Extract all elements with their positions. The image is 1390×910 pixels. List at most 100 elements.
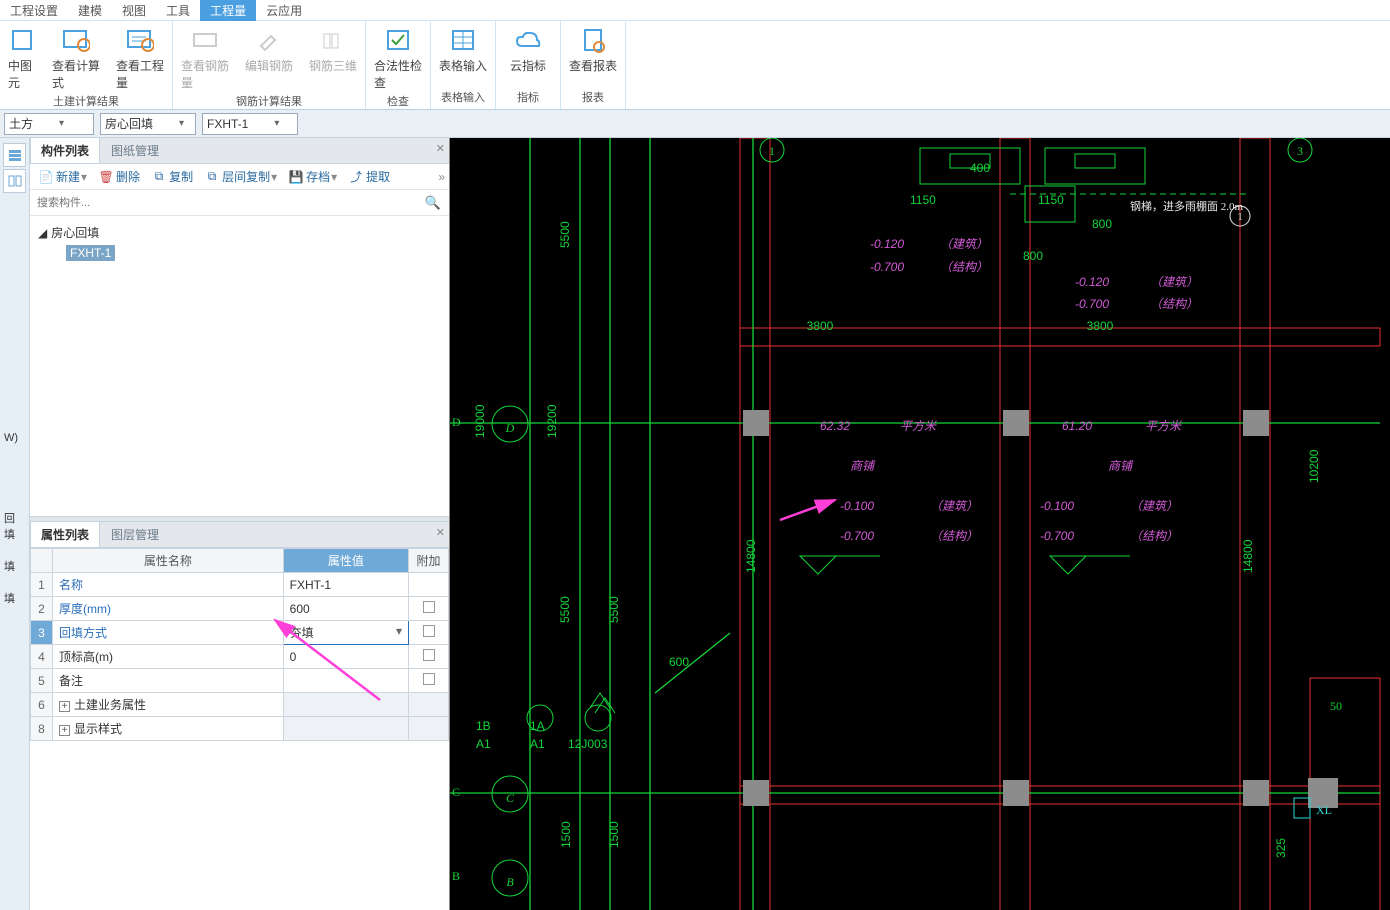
table-row[interactable]: 1 名称 FXHT-1 xyxy=(31,573,449,597)
tab-property-list[interactable]: 属性列表 xyxy=(30,521,100,547)
table-row[interactable]: 4 顶标高(m) 0 xyxy=(31,645,449,669)
svg-text:（结构）: （结构） xyxy=(1150,297,1198,311)
report-icon xyxy=(578,25,608,55)
component-tree: ◢房心回填 FXHT-1 xyxy=(30,216,449,516)
ribbon-group-label: 指标 xyxy=(496,87,560,109)
svg-text:5500: 5500 xyxy=(558,596,572,623)
selector-bar: 土方▾ 房心回填▾ FXHT-1▾ xyxy=(0,110,1390,138)
svg-text:钢梯，进多雨棚面 2.0m: 钢梯，进多雨棚面 2.0m xyxy=(1130,199,1243,213)
svg-text:61.20: 61.20 xyxy=(1062,419,1092,433)
tab-layer-manage[interactable]: 图层管理 xyxy=(100,521,170,547)
tab-drawing-manage[interactable]: 图纸管理 xyxy=(100,137,170,163)
cloud-icon xyxy=(513,25,543,55)
svg-text:5500: 5500 xyxy=(607,596,621,623)
svg-text:800: 800 xyxy=(1092,217,1112,231)
component-search[interactable]: 🔍 xyxy=(30,190,449,216)
check-icon xyxy=(383,25,413,55)
svg-text:D: D xyxy=(505,421,515,435)
toolbar-copy[interactable]: ⧉复制 xyxy=(147,166,198,187)
ribbon-table-input[interactable]: 表格输入 xyxy=(431,21,495,87)
dropdown-icon[interactable]: ▾ xyxy=(396,624,402,638)
sidebar-label: 填 xyxy=(0,582,29,614)
selector-category[interactable]: 土方▾ xyxy=(4,113,94,135)
checkbox-icon[interactable] xyxy=(423,649,435,661)
tree-child[interactable]: FXHT-1 xyxy=(62,243,445,263)
new-icon: 📄 xyxy=(39,170,53,184)
svg-text:14800: 14800 xyxy=(744,539,758,573)
menu-item[interactable]: 建模 xyxy=(68,0,112,21)
svg-text:B: B xyxy=(506,875,514,889)
checkbox-icon[interactable] xyxy=(423,673,435,685)
panel-close-icon[interactable]: ✕ xyxy=(436,142,445,155)
ribbon-view-formula[interactable]: 查看计算式 xyxy=(44,21,108,91)
table-row[interactable]: 8 +显示样式 xyxy=(31,717,449,741)
svg-text:-0.100: -0.100 xyxy=(1040,499,1074,513)
checkbox-icon[interactable] xyxy=(423,625,435,637)
toolbar-extract[interactable]: ⤴提取 xyxy=(344,166,395,187)
svg-text:1: 1 xyxy=(769,144,775,158)
sidebar-label: 回填 xyxy=(0,502,29,550)
svg-text:1: 1 xyxy=(1237,211,1243,223)
table-row[interactable]: 6 +土建业务属性 xyxy=(31,693,449,717)
svg-text:平方米: 平方米 xyxy=(1145,419,1183,433)
svg-text:19000: 19000 xyxy=(473,404,487,438)
table-row[interactable]: 2 厚度(mm) 600 xyxy=(31,597,449,621)
cad-canvas[interactable]: 1 3 D C B D C B 1150 1150 3800 xyxy=(450,138,1390,910)
ribbon-cloud-index[interactable]: 云指标 xyxy=(496,21,560,87)
svg-text:B: B xyxy=(452,869,460,883)
tab-component-list[interactable]: 构件列表 xyxy=(30,137,100,163)
prop-head-value: 属性值 xyxy=(283,549,408,573)
delete-icon: 🗑 xyxy=(99,170,113,184)
svg-text:A1: A1 xyxy=(476,737,491,751)
selector-type[interactable]: 房心回填▾ xyxy=(100,113,196,135)
ribbon-zhong-tuyuan[interactable]: 中图元 xyxy=(0,21,44,91)
ribbon-view-report[interactable]: 查看报表 xyxy=(561,21,625,87)
toolbar-more-icon[interactable]: » xyxy=(438,170,445,184)
mid-panel: 构件列表 图纸管理 ✕ 📄新建▾ 🗑删除 ⧉复制 ⧉层间复制▾ 💾存档▾ ⤴提取… xyxy=(30,138,450,910)
menu-item[interactable]: 视图 xyxy=(112,0,156,21)
search-icon[interactable]: 🔍 xyxy=(425,195,441,211)
collapse-icon: ◢ xyxy=(38,226,47,240)
ribbon-validity-check[interactable]: 合法性检查 xyxy=(366,21,430,91)
ribbon-rebar-3d: 钢筋三维 xyxy=(301,21,365,91)
element-icon xyxy=(7,25,37,55)
checkbox-icon[interactable] xyxy=(423,601,435,613)
expand-icon[interactable]: + xyxy=(59,725,70,736)
edit-rebar-icon xyxy=(254,25,284,55)
property-table: 属性名称 属性值 附加 1 名称 FXHT-1 2 厚度(mm) 600 3 回… xyxy=(30,548,449,741)
search-input[interactable] xyxy=(34,194,445,212)
table-row-selected[interactable]: 3 回填方式 夯填▾ xyxy=(31,621,449,645)
selector-component[interactable]: FXHT-1▾ xyxy=(202,113,298,135)
extract-icon: ⤴ xyxy=(349,170,363,184)
prop-head-extra: 附加 xyxy=(409,549,449,573)
ribbon-edit-rebar: 编辑钢筋 xyxy=(237,21,301,91)
svg-text:-0.700: -0.700 xyxy=(870,260,904,274)
sidebar-btn-1[interactable] xyxy=(3,143,26,167)
svg-text:800: 800 xyxy=(1023,249,1043,263)
menu-item[interactable]: 工程设置 xyxy=(0,0,68,21)
cad-drawing: 1 3 D C B D C B 1150 1150 3800 xyxy=(450,138,1390,910)
toolbar-floor-copy[interactable]: ⧉层间复制▾ xyxy=(200,166,282,187)
toolbar-delete[interactable]: 🗑删除 xyxy=(94,166,145,187)
expand-icon[interactable]: + xyxy=(59,701,70,712)
svg-text:-0.700: -0.700 xyxy=(840,529,874,543)
table-row[interactable]: 5 备注 xyxy=(31,669,449,693)
toolbar-archive[interactable]: 💾存档▾ xyxy=(284,166,342,187)
ribbon-group-label: 报表 xyxy=(561,87,625,109)
panel-close-icon[interactable]: ✕ xyxy=(436,526,445,539)
toolbar-new[interactable]: 📄新建▾ xyxy=(34,166,92,187)
svg-text:D: D xyxy=(452,415,461,429)
svg-text:-0.100: -0.100 xyxy=(840,499,874,513)
sidebar-label: W) xyxy=(0,424,29,452)
svg-text:325: 325 xyxy=(1274,838,1288,858)
menu-item[interactable]: 云应用 xyxy=(256,0,312,21)
menu-item-active[interactable]: 工程量 xyxy=(200,0,256,21)
sidebar-btn-2[interactable] xyxy=(3,169,26,193)
ribbon-rebar-qty: 查看钢筋量 xyxy=(173,21,237,91)
svg-text:（建筑）: （建筑） xyxy=(930,499,978,513)
tree-root[interactable]: ◢房心回填 xyxy=(34,222,445,243)
menu-item[interactable]: 工具 xyxy=(156,0,200,21)
svg-text:400: 400 xyxy=(970,161,990,175)
ribbon-view-quantity[interactable]: 查看工程量 xyxy=(108,21,172,91)
ribbon-group-label: 土建计算结果 xyxy=(0,91,172,113)
